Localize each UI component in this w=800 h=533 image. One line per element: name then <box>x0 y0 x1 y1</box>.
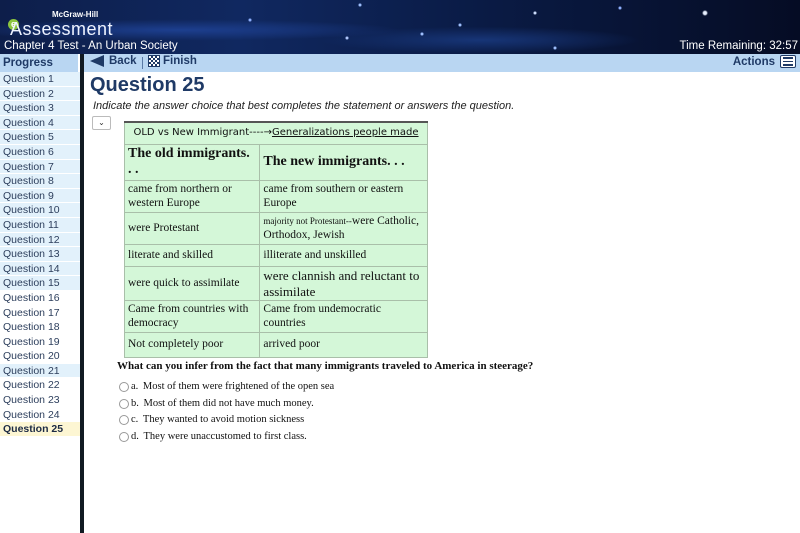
instruction-text: Indicate the answer choice that best com… <box>93 100 515 112</box>
table-cell: majority not Protestant--were Catholic, … <box>259 212 428 246</box>
answer-select[interactable]: ⌄ <box>92 116 111 130</box>
finish-button[interactable]: Finish <box>148 55 197 67</box>
sidebar-item-question-11[interactable]: Question 11 <box>0 217 80 233</box>
table-cell: Came from countries with democracy <box>123 300 261 334</box>
radio-button[interactable] <box>119 431 129 442</box>
table-cell: illiterate and unskilled <box>259 244 428 268</box>
menu-icon <box>780 55 796 68</box>
sidebar-item-question-10[interactable]: Question 10 <box>0 203 80 218</box>
table-caption: OLD vs New Immigrant----→Generalizations… <box>124 121 428 145</box>
sidebar-item-question-21[interactable]: Question 21 <box>0 363 80 379</box>
sidebar-item-question-3[interactable]: Question 3 <box>0 101 80 116</box>
question-title: Question 25 <box>90 74 205 96</box>
sidebar-item-question-13[interactable]: Question 13 <box>0 247 80 262</box>
table-cell: arrived poor <box>259 332 428 359</box>
choice-d[interactable]: d. They were unaccustomed to first class… <box>119 431 307 442</box>
sidebar-item-question-8[interactable]: Question 8 <box>0 174 80 189</box>
table-cell: came from southern or eastern Europe <box>259 180 428 214</box>
table-cell: were clannish and reluctant to assimilat… <box>259 266 428 302</box>
sidebar-item-question-18[interactable]: Question 18 <box>0 320 80 335</box>
table-cell: were Protestant <box>123 212 261 246</box>
progress-sidebar: Progress Question 1 Question 2 Question 3Q… <box>0 54 80 533</box>
choice-b[interactable]: b. Most of them did not have much money. <box>119 398 314 409</box>
brand-small: McGraw-Hill <box>52 10 99 19</box>
sidebar-item-question-25[interactable]: Question 25 <box>0 422 80 437</box>
table-row: Not completely poor arrived poor <box>123 332 428 359</box>
sidebar-item-question-15[interactable]: Question 15 <box>0 276 80 291</box>
radio-button[interactable] <box>119 398 129 409</box>
sidebar-item-question-22[interactable]: Question 22 <box>0 378 80 394</box>
finish-label: Finish <box>163 55 197 67</box>
sidebar-item-question-23[interactable]: Question 23 <box>0 393 80 408</box>
sidebar-item-question-1[interactable]: Question 1 <box>0 72 80 87</box>
radio-button[interactable] <box>119 381 129 392</box>
sidebar-item-question-9[interactable]: Question 9 <box>0 188 80 204</box>
table-cell: literate and skilled <box>123 244 261 268</box>
table-cell: were quick to assimilate <box>123 266 261 302</box>
checkered-flag-icon <box>148 55 160 67</box>
sidebar-item-question-4[interactable]: Question 4 <box>0 115 80 131</box>
back-button[interactable]: Back <box>90 55 137 67</box>
test-title: Chapter 4 Test - An Urban Society <box>4 40 178 52</box>
sidebar-item-question-5[interactable]: Question 5 <box>0 130 80 145</box>
progress-title: Progress <box>0 54 80 72</box>
toolbar: Back Finish Actions <box>84 54 800 72</box>
table-row: were Protestant majority not Protestant-… <box>123 212 428 246</box>
table-row: were quick to assimilate were clannish a… <box>123 266 428 302</box>
brand-main: Assessment <box>10 19 114 39</box>
chevron-down-icon: ⌄ <box>98 118 105 127</box>
sidebar-item-question-17[interactable]: Question 17 <box>0 305 80 321</box>
app-header: McGraw-Hill e Assessment Chapter 4 Test … <box>0 0 800 54</box>
table-cell: Not completely poor <box>123 332 261 359</box>
sidebar-item-question-19[interactable]: Question 19 <box>0 334 80 350</box>
question-content: Question 25 Indicate the answer choice t… <box>84 72 800 533</box>
sidebar-item-question-7[interactable]: Question 7 <box>0 159 80 175</box>
table-cell: came from northern or western Europe <box>123 180 261 214</box>
column-header: The old immigrants. . . <box>123 143 261 182</box>
sidebar-item-question-24[interactable]: Question 24 <box>0 407 80 423</box>
sidebar-item-question-14[interactable]: Question 14 <box>0 261 80 277</box>
choice-c[interactable]: c. They wanted to avoid motion sickness <box>119 414 304 425</box>
table-cell: Came from undemocratic countries <box>259 300 428 334</box>
table-row: literate and skilled illiterate and unsk… <box>123 244 428 268</box>
sidebar-item-question-20[interactable]: Question 20 <box>0 349 80 364</box>
question-text: What can you infer from the fact that ma… <box>117 360 534 372</box>
immigrant-comparison-image: OLD vs New Immigrant----→Generalizations… <box>123 121 428 359</box>
actions-label: Actions <box>732 55 775 68</box>
sidebar-item-question-12[interactable]: Question 12 <box>0 232 80 248</box>
sidebar-item-question-16[interactable]: Question 16 <box>0 290 80 306</box>
table-row: Came from countries with democracy Came … <box>123 300 428 334</box>
sidebar-item-question-6[interactable]: Question 6 <box>0 144 80 160</box>
table-row: came from northern or western Europe cam… <box>123 180 428 214</box>
back-label: Back <box>109 55 137 67</box>
back-arrow-icon <box>90 55 104 67</box>
choice-a[interactable]: a. Most of them were frightened of the o… <box>119 381 334 392</box>
radio-button[interactable] <box>119 414 129 425</box>
question-list: Question 1 Question 2 Question 3 Question 4… <box>0 72 80 437</box>
actions-button[interactable]: Actions <box>733 55 796 68</box>
time-remaining: Time Remaining: 32:57 <box>679 40 798 52</box>
column-header: The new immigrants. . . <box>259 143 428 182</box>
table-caption-row: OLD vs New Immigrant----→Generalizations… <box>124 121 428 145</box>
table-header-row: The old immigrants. . . The new immigran… <box>123 143 428 182</box>
toolbar-separator <box>142 57 143 69</box>
sidebar-item-question-2[interactable]: Question 2 <box>0 86 80 102</box>
